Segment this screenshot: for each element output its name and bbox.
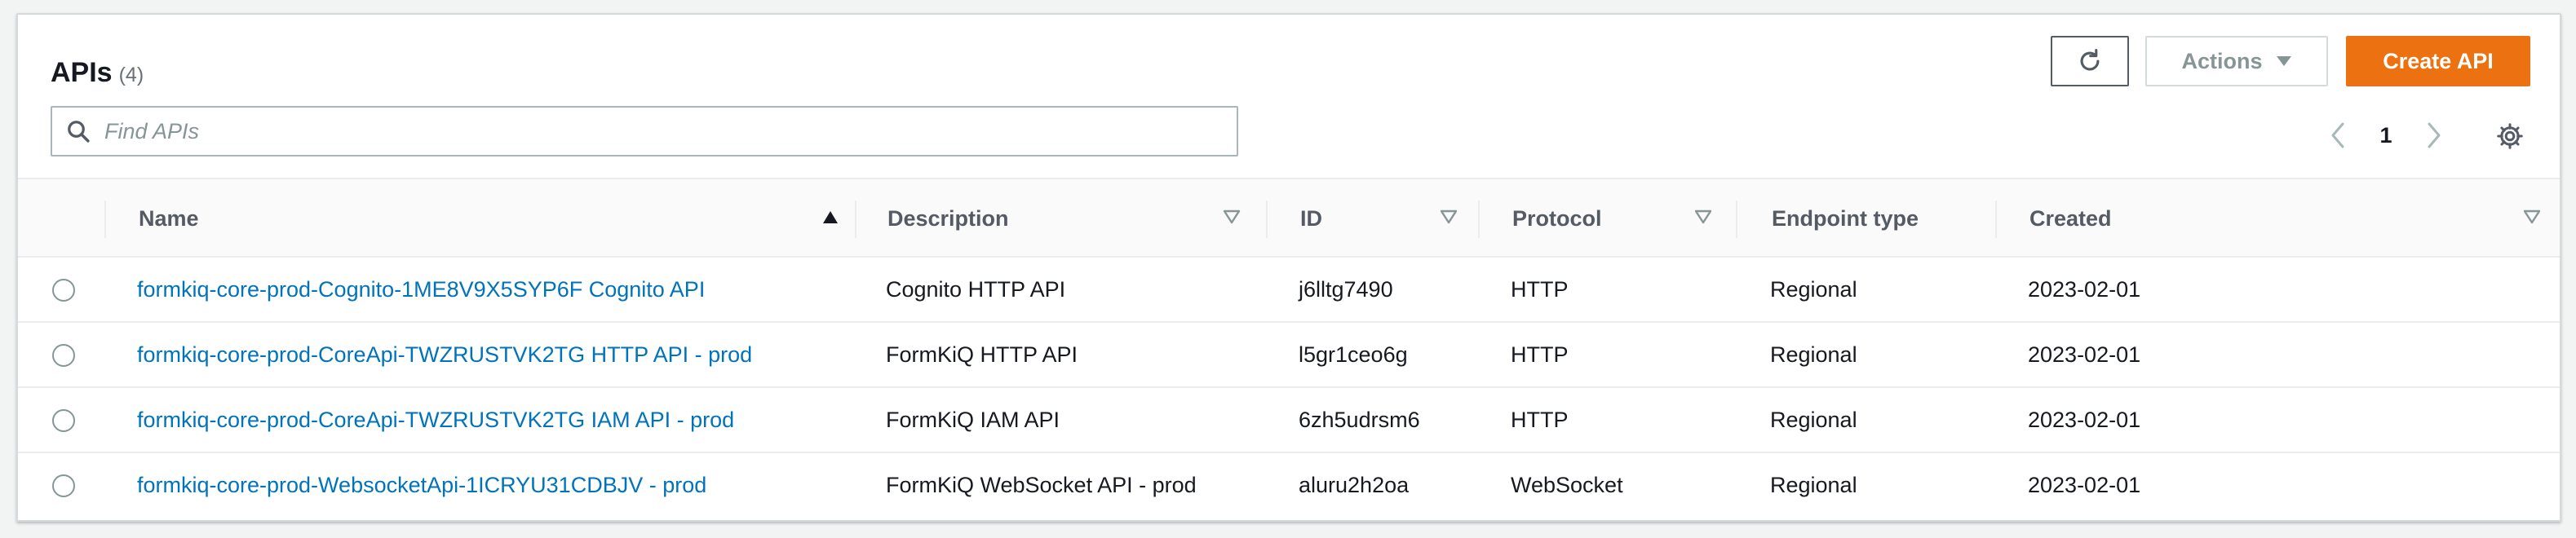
chevron-right-icon[interactable] (2418, 119, 2450, 152)
search-box (51, 106, 1238, 157)
column-header-description[interactable]: Description (887, 179, 1255, 258)
api-id: l5gr1ceo6g (1299, 342, 1408, 367)
table-header: Name Description ID Protocol Endpoint ty… (18, 178, 2560, 258)
page-title-text: APIs (51, 57, 113, 88)
api-name-link[interactable]: formkiq-core-prod-CoreApi-TWZRUSTVK2TG H… (137, 323, 752, 386)
actions-label: Actions (2181, 48, 2263, 73)
search-input[interactable] (104, 108, 1237, 154)
row-select-radio[interactable] (52, 474, 75, 497)
panel-header: APIs (4) Actions Create API Find APIs 1 (18, 15, 2560, 178)
apis-panel: APIs (4) Actions Create API Find APIs 1 … (16, 13, 2561, 522)
api-id: 6zh5udrsm6 (1299, 407, 1420, 432)
api-protocol: HTTP (1511, 407, 1569, 432)
column-header-endpoint-type-label: Endpoint type (1772, 205, 1919, 231)
api-protocol: HTTP (1511, 276, 1569, 302)
column-separator (1736, 201, 1737, 238)
api-protocol: HTTP (1511, 342, 1569, 367)
pagination: 1 (2321, 119, 2450, 152)
api-description: FormKiQ WebSocket API - prod (886, 472, 1197, 497)
gear-icon[interactable] (2493, 119, 2527, 153)
column-header-protocol-label: Protocol (1512, 205, 1602, 231)
column-header-name-label: Name (139, 205, 199, 231)
api-id: j6lltg7490 (1299, 276, 1393, 302)
create-api-label: Create API (2383, 48, 2494, 73)
caret-down-icon (2276, 56, 2291, 66)
column-header-description-label: Description (887, 205, 1009, 231)
api-endpoint-type: Regional (1770, 276, 1857, 302)
column-header-name[interactable]: Name (139, 179, 848, 258)
api-description: FormKiQ HTTP API (886, 342, 1078, 367)
row-select-radio[interactable] (52, 279, 75, 302)
column-header-id-label: ID (1300, 205, 1322, 231)
column-header-created-label: Created (2029, 205, 2112, 231)
api-description: FormKiQ IAM API (886, 407, 1060, 432)
api-endpoint-type: Regional (1770, 407, 1857, 432)
table-row[interactable]: formkiq-core-prod-WebsocketApi-1ICRYU31C… (18, 453, 2560, 518)
column-header-protocol[interactable]: Protocol (1512, 179, 1733, 258)
create-api-button[interactable]: Create API (2346, 36, 2530, 86)
sort-ascending-icon (823, 211, 838, 223)
api-endpoint-type: Regional (1770, 342, 1857, 367)
column-header-endpoint-type: Endpoint type (1772, 179, 1976, 258)
api-protocol: WebSocket (1511, 472, 1623, 497)
table-row[interactable]: formkiq-core-prod-CoreApi-TWZRUSTVK2TG H… (18, 323, 2560, 388)
row-select-radio[interactable] (52, 409, 75, 432)
api-created: 2023-02-01 (2028, 342, 2141, 367)
row-select-radio[interactable] (52, 344, 75, 367)
chevron-left-icon[interactable] (2321, 119, 2354, 152)
search-icon (52, 108, 104, 155)
api-created: 2023-02-01 (2028, 407, 2141, 432)
sort-descending-outline-icon (1440, 209, 1458, 224)
refresh-icon (2080, 48, 2100, 71)
table-row[interactable]: formkiq-core-prod-Cognito-1ME8V9X5SYP6F … (18, 258, 2560, 323)
sort-descending-outline-icon (2523, 209, 2541, 224)
sort-descending-outline-icon (1694, 209, 1712, 224)
refresh-button[interactable] (2051, 36, 2129, 86)
api-created: 2023-02-01 (2028, 472, 2141, 497)
column-separator (855, 201, 856, 238)
api-name-link[interactable]: formkiq-core-prod-WebsocketApi-1ICRYU31C… (137, 453, 706, 517)
sort-descending-outline-icon (1223, 209, 1241, 224)
api-name-link[interactable]: formkiq-core-prod-Cognito-1ME8V9X5SYP6F … (137, 258, 705, 321)
current-page[interactable]: 1 (2354, 123, 2418, 148)
api-endpoint-type: Regional (1770, 472, 1857, 497)
column-separator (1266, 201, 1268, 238)
column-separator (1995, 201, 1997, 238)
column-separator (1478, 201, 1480, 238)
column-separator (104, 201, 106, 238)
table-row[interactable]: formkiq-core-prod-CoreApi-TWZRUSTVK2TG I… (18, 388, 2560, 453)
column-header-id[interactable]: ID (1300, 179, 1475, 258)
actions-dropdown[interactable]: Actions (2145, 36, 2328, 86)
api-count: (4) (118, 64, 144, 86)
api-id: aluru2h2oa (1299, 472, 1410, 497)
column-header-created[interactable]: Created (2029, 179, 2556, 258)
api-created: 2023-02-01 (2028, 276, 2141, 302)
api-description: Cognito HTTP API (886, 276, 1066, 302)
api-name-link[interactable]: formkiq-core-prod-CoreApi-TWZRUSTVK2TG I… (137, 388, 734, 452)
page-title: APIs (4) (51, 57, 144, 89)
